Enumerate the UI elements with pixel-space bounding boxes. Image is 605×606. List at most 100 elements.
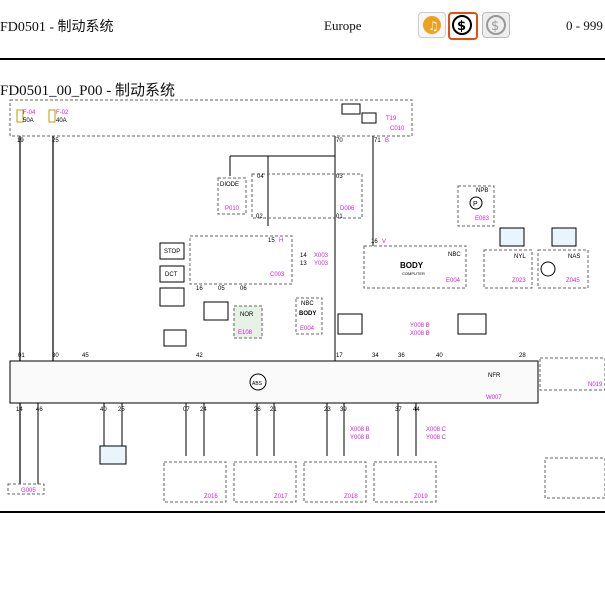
pedal-icon (159, 287, 185, 307)
nbc-small-tag: NBC (301, 301, 314, 307)
nbc-small-label: BODY (299, 311, 316, 317)
svg-text:03: 03 (336, 174, 343, 180)
abs-module-box (9, 360, 539, 404)
svg-text:07: 07 (183, 407, 190, 413)
pedal-sensor-icon (337, 313, 363, 335)
footer-divider (0, 511, 605, 513)
svg-text:B: B (385, 138, 389, 144)
svg-text:15: 15 (268, 238, 275, 244)
svg-text:40: 40 (436, 353, 443, 359)
svg-text:44: 44 (413, 407, 420, 413)
x008c-label: X008 C (426, 427, 447, 433)
svg-text:06: 06 (240, 286, 247, 292)
svg-text:16: 16 (371, 239, 378, 245)
c003-label: C003 (270, 272, 285, 278)
brake-warning-icon (457, 313, 487, 335)
svg-text:ABS: ABS (252, 381, 263, 387)
t19-label: T19 (386, 116, 397, 122)
fuse-f02 (48, 109, 56, 123)
svg-text:04: 04 (257, 174, 264, 180)
svg-text:26: 26 (254, 407, 261, 413)
svg-text:Y008 B: Y008 B (350, 435, 370, 441)
right-module-box (544, 457, 605, 499)
svg-text:45: 45 (82, 353, 89, 359)
brake-sensor-icon (163, 329, 187, 347)
z017-label: Z017 (274, 494, 288, 500)
npb-label: NPB (476, 188, 488, 194)
e083-label: E083 (475, 216, 490, 222)
svg-text:02: 02 (256, 214, 263, 220)
svg-text:H: H (279, 238, 283, 244)
can-icon (551, 227, 577, 247)
svg-text:71: 71 (374, 138, 381, 144)
svg-text:30: 30 (52, 353, 59, 359)
fuse-f02-label: F-02 (56, 110, 69, 116)
svg-text:P: P (473, 201, 478, 208)
bsi-icon (341, 103, 361, 115)
svg-text:42: 42 (196, 353, 203, 359)
svg-text:34: 34 (372, 353, 379, 359)
dct-label: DCT (165, 272, 178, 278)
body-tag: NBC (448, 252, 461, 258)
body-label: BODY (400, 261, 424, 270)
range-label: 0 - 999 (566, 18, 603, 33)
z018-label: Z018 (344, 494, 358, 500)
svg-text:$: $ (457, 19, 466, 34)
region-label: Europe (324, 18, 362, 33)
body-sub: COMPUTER (402, 271, 425, 276)
svg-text:16: 16 (196, 286, 203, 292)
x003-label: X003 (314, 253, 329, 259)
fuse-f04-label: F-04 (23, 110, 36, 116)
header-bar: FD0501 - 制动系统 Europe ♫ $ $ 0 - 999 (0, 0, 605, 56)
wiring-diagram: F-04 50A F-02 40A T19 C010 1925 7071B DI… (7, 99, 605, 503)
stop-small-icon (203, 301, 229, 321)
d006-label: D006 (340, 206, 355, 212)
svg-text:14: 14 (300, 253, 307, 259)
svg-text:28: 28 (519, 353, 526, 359)
y003-label: Y003 (314, 261, 329, 267)
nas-label: NAS (568, 254, 580, 260)
svg-text:♫: ♫ (428, 19, 439, 33)
w007-label: W007 (486, 395, 502, 401)
diode-label: DIODE (220, 182, 239, 188)
svg-text:01: 01 (18, 353, 25, 359)
z019-label: Z019 (414, 494, 428, 500)
svg-text:23: 23 (324, 407, 331, 413)
svg-text:36: 36 (398, 353, 405, 359)
nor-label: NOR (240, 312, 254, 318)
music-note-icon[interactable]: ♫ (418, 12, 446, 38)
steering-wheel-icon (540, 261, 556, 277)
c010-label: C010 (390, 126, 405, 132)
svg-text:V: V (382, 239, 386, 245)
fuse-f04-rating: 50A (23, 118, 34, 124)
z023-label: Z023 (512, 278, 526, 284)
dollar-sign-icon[interactable]: $ (482, 12, 510, 38)
nyl-label: NYL (514, 254, 526, 260)
svg-text:13: 13 (300, 261, 307, 267)
x008b-label: Y008 B (410, 323, 430, 329)
z045-label: Z045 (566, 278, 580, 284)
can-bus-icon (99, 445, 127, 465)
e004-small-label: E004 (300, 326, 315, 332)
g005-label: G005 (21, 488, 36, 494)
document-code: FD0501 - 制动系统 (0, 20, 114, 35)
svg-text:01: 01 (336, 214, 343, 220)
header-divider (0, 58, 605, 60)
svg-text:05: 05 (218, 286, 225, 292)
t19-relay (361, 112, 377, 124)
fuse-f02-rating: 40A (56, 118, 67, 124)
nfr-label: NFR (488, 373, 501, 379)
y008c-label: Y008 C (426, 435, 447, 441)
svg-text:37: 37 (395, 407, 402, 413)
e108-label: E108 (238, 330, 253, 336)
svg-text:$: $ (491, 19, 499, 34)
svg-text:19: 19 (17, 138, 24, 144)
y008b-label: X008 B (410, 331, 430, 337)
can-icon (499, 227, 525, 247)
svg-text:46: 46 (36, 407, 43, 413)
dollar-sign-icon[interactable]: $ (448, 12, 478, 40)
stop-label: STOP (164, 249, 180, 255)
svg-text:X008 B: X008 B (350, 427, 370, 433)
svg-text:17: 17 (336, 353, 343, 359)
e004-label: E004 (446, 278, 461, 284)
